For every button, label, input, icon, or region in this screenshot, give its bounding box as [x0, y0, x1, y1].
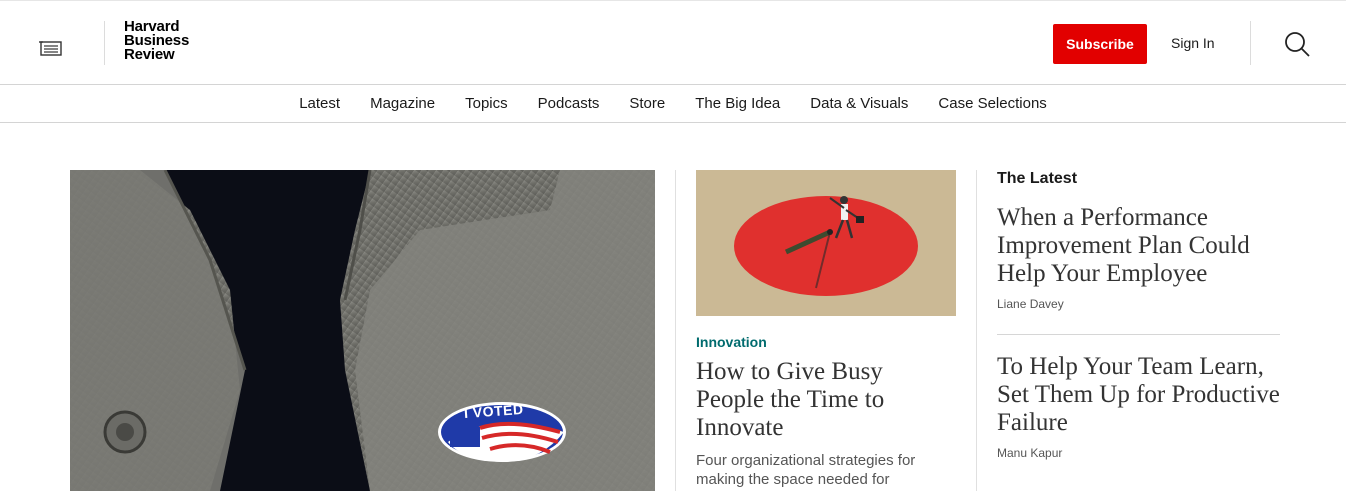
hero-image[interactable]: I VOTED	[70, 170, 655, 491]
main-nav: Latest Magazine Topics Podcasts Store Th…	[0, 85, 1346, 123]
feature-category-link[interactable]: Innovation	[696, 334, 767, 350]
latest-item-title[interactable]: When a Performance Improvement Plan Coul…	[997, 204, 1280, 288]
nav-item-podcasts[interactable]: Podcasts	[538, 85, 600, 122]
latest-item: When a Performance Improvement Plan Coul…	[997, 204, 1280, 311]
header-divider	[1250, 21, 1251, 65]
search-icon[interactable]	[1283, 30, 1311, 58]
nav-item-case-selections[interactable]: Case Selections	[938, 85, 1046, 122]
hbr-logo[interactable]: Harvard Business Review	[124, 19, 189, 63]
subscribe-button[interactable]: Subscribe	[1053, 24, 1147, 64]
column-divider	[976, 170, 977, 491]
nav-item-latest[interactable]: Latest	[299, 85, 340, 122]
menu-icon[interactable]	[38, 37, 64, 59]
latest-item: To Help Your Team Learn, Set Them Up for…	[997, 353, 1280, 460]
column-divider	[675, 170, 676, 491]
feature-image[interactable]	[696, 170, 956, 316]
nav-item-topics[interactable]: Topics	[465, 85, 508, 122]
site-header: Harvard Business Review Subscribe Sign I…	[0, 0, 1346, 85]
nav-item-store[interactable]: Store	[629, 85, 665, 122]
nav-item-big-idea[interactable]: The Big Idea	[695, 85, 780, 122]
latest-heading: The Latest	[997, 170, 1078, 187]
logo-line: Review	[124, 46, 175, 63]
sign-in-link[interactable]: Sign In	[1171, 35, 1215, 51]
item-divider	[997, 334, 1280, 335]
feature-title[interactable]: How to Give Busy People the Time to Inno…	[696, 358, 956, 442]
nav-item-magazine[interactable]: Magazine	[370, 85, 435, 122]
nav-item-data-visuals[interactable]: Data & Visuals	[810, 85, 908, 122]
header-divider	[104, 21, 105, 65]
latest-item-author[interactable]: Manu Kapur	[997, 446, 1280, 460]
feature-summary: Four organizational strategies for makin…	[696, 452, 916, 488]
latest-item-author[interactable]: Liane Davey	[997, 297, 1280, 311]
latest-item-title[interactable]: To Help Your Team Learn, Set Them Up for…	[997, 353, 1280, 437]
